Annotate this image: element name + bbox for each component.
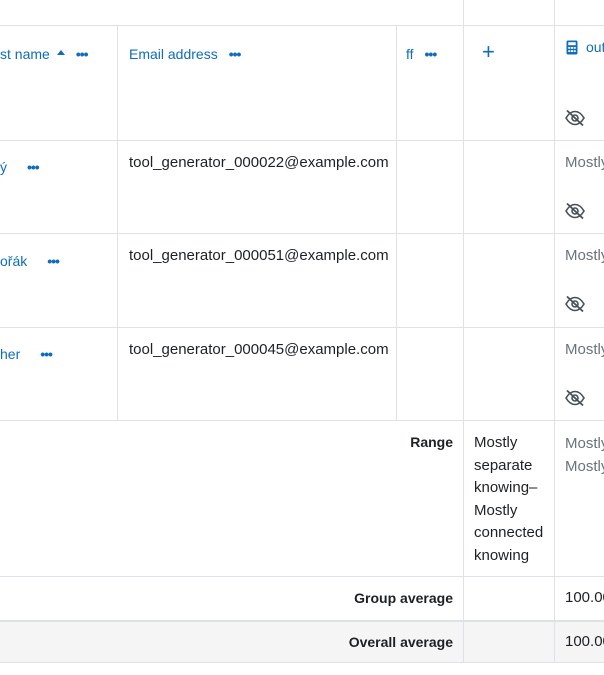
add-column-button[interactable]: + (482, 40, 500, 64)
group-average-value: 100.00 (565, 589, 604, 606)
ff-header-label[interactable]: ff (406, 46, 414, 62)
range-line: connected (474, 524, 544, 541)
range-line: Mostly (474, 501, 518, 519)
email-header[interactable]: Email address ••• (129, 44, 242, 64)
surname-actions-menu[interactable]: ••• (76, 46, 89, 62)
grade-cell: Mostly (565, 154, 604, 171)
range-line: Mostly (474, 434, 518, 451)
group-average-label: Group average (354, 590, 453, 606)
range-line: knowing (474, 546, 530, 564)
range-label: Range (410, 434, 453, 450)
eye-slash-icon[interactable] (564, 109, 586, 127)
ff-header[interactable]: ff ••• (406, 44, 438, 64)
calculated-item-label[interactable]: out (586, 39, 604, 55)
email-cell: tool_generator_000022@example.com (129, 154, 389, 171)
row-actions-menu[interactable]: ••• (40, 346, 53, 362)
calculated-item-header[interactable]: out (566, 38, 604, 56)
range-line: separate (474, 456, 533, 474)
range-value: Mostly separate knowing– Mostly connecte… (474, 432, 543, 567)
grade-cell: Mostly (565, 247, 604, 264)
table-row: her ••• tool_generator_000045@example.co… (0, 328, 604, 420)
user-surname-link[interactable]: ořák (0, 253, 27, 269)
range-calc-value: Mostly Mostly (565, 432, 604, 478)
user-surname-link[interactable]: her (0, 346, 20, 362)
range-line: Mostly (565, 435, 604, 452)
email-cell: tool_generator_000051@example.com (129, 247, 389, 264)
ff-actions-menu[interactable]: ••• (425, 46, 438, 62)
grade-cell: Mostly (565, 341, 604, 358)
calculator-icon (566, 40, 578, 54)
sort-ascending-icon[interactable] (56, 48, 66, 56)
surname-header-label[interactable]: st name (0, 46, 50, 62)
overall-average-label: Overall average (348, 634, 453, 650)
table-row: ořák ••• tool_generator_000051@example.c… (0, 234, 604, 327)
range-line: knowing– (474, 479, 538, 496)
email-header-label[interactable]: Email address (129, 46, 218, 62)
email-cell: tool_generator_000045@example.com (129, 341, 389, 358)
row-actions-menu[interactable]: ••• (27, 159, 40, 175)
table-row: ý ••• tool_generator_000022@example.com … (0, 141, 604, 233)
email-actions-menu[interactable]: ••• (229, 46, 242, 62)
overall-average-value: 100.00 (565, 633, 604, 650)
range-line: Mostly (565, 458, 604, 475)
surname-header[interactable]: st name ••• (0, 44, 89, 64)
row-actions-menu[interactable]: ••• (47, 253, 60, 269)
user-surname-link[interactable]: ý (0, 159, 7, 175)
